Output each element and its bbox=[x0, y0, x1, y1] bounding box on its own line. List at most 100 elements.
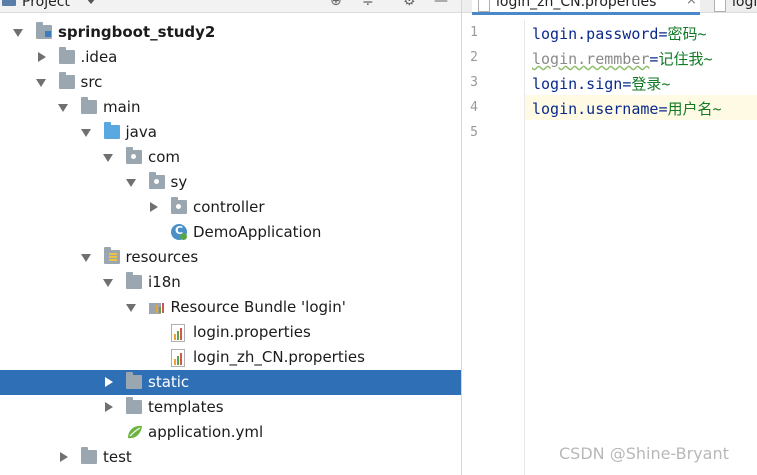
collapse-all-icon[interactable]: ≑ bbox=[362, 0, 374, 8]
line-number: 1 bbox=[470, 25, 478, 40]
folder-icon bbox=[126, 372, 142, 389]
project-pane: Project ⊕ ≑ ⚙ — springboot_study2 .idea sr… bbox=[0, 0, 462, 475]
property-key: login.username bbox=[532, 100, 659, 118]
equals-sign: = bbox=[622, 75, 632, 93]
editor-tab-bar: login_zh_CN.properties × logi bbox=[462, 0, 757, 15]
code-line[interactable] bbox=[525, 120, 757, 145]
chevron-down-icon[interactable] bbox=[13, 29, 23, 37]
tree-item-label: resources bbox=[125, 248, 199, 266]
chevron-down-icon[interactable] bbox=[125, 179, 136, 187]
chevron-down-icon[interactable] bbox=[80, 129, 91, 137]
locate-icon[interactable]: ⊕ bbox=[330, 0, 342, 8]
chevron-down-icon[interactable] bbox=[35, 79, 46, 87]
tree-item-test[interactable]: test bbox=[0, 445, 461, 470]
properties-file-icon bbox=[714, 0, 726, 12]
project-view-selector[interactable]: Project bbox=[22, 0, 70, 10]
tree-item-resources[interactable]: resources bbox=[0, 245, 461, 270]
tree-item-main[interactable]: main bbox=[0, 95, 461, 120]
gear-icon[interactable]: ⚙ bbox=[403, 0, 416, 8]
tree-item-label: i18n bbox=[148, 273, 181, 291]
property-value: 记住我~ bbox=[658, 50, 713, 68]
tree-item-label: Resource Bundle 'login' bbox=[170, 298, 346, 316]
minimize-icon[interactable]: — bbox=[434, 0, 448, 8]
tree-item-label: controller bbox=[193, 198, 265, 216]
tab-label: logi bbox=[732, 0, 757, 10]
property-value: 用户名~ bbox=[667, 100, 722, 118]
tree-item-java[interactable]: java bbox=[0, 120, 461, 145]
code-line-text: login.username=用户名~ bbox=[532, 98, 722, 119]
folder-icon bbox=[58, 47, 75, 64]
tree-item-label: login.properties bbox=[193, 323, 311, 341]
chevron-right-icon[interactable] bbox=[150, 202, 158, 212]
tab-label: login_zh_CN.properties bbox=[496, 0, 657, 10]
tree-item-label: com bbox=[148, 148, 181, 166]
tab-login-zh-cn-properties[interactable]: login_zh_CN.properties × bbox=[472, 0, 700, 15]
project-pane-header: Project ⊕ ≑ ⚙ — bbox=[0, 0, 461, 13]
chevron-right-icon[interactable] bbox=[60, 452, 68, 462]
close-icon[interactable]: × bbox=[686, 0, 697, 8]
property-value: 密码~ bbox=[667, 25, 707, 43]
line-number: 5 bbox=[470, 125, 478, 140]
tree-item-label: application.yml bbox=[148, 423, 264, 441]
code-line-text: login.remmber=记住我~ bbox=[532, 48, 712, 69]
tree-item-label: templates bbox=[148, 398, 224, 416]
code-line[interactable]: login.remmber=记住我~ bbox=[525, 45, 757, 70]
property-key: login.password bbox=[532, 25, 659, 43]
tree-item-i18n[interactable]: i18n bbox=[0, 270, 461, 295]
code-line-text: login.password=密码~ bbox=[532, 23, 707, 44]
properties-file-icon bbox=[171, 324, 185, 342]
chevron-down-icon[interactable] bbox=[80, 254, 91, 262]
tree-item-label: src bbox=[80, 73, 103, 91]
tree-item-login-zh-cn-properties[interactable]: login_zh_CN.properties bbox=[0, 345, 461, 370]
chevron-down-icon[interactable] bbox=[58, 104, 68, 112]
tree-item-label: login_zh_CN.properties bbox=[193, 348, 365, 366]
tree-item-label: main bbox=[103, 98, 141, 116]
tree-item-application-yml[interactable]: application.yml bbox=[0, 420, 461, 445]
code-line-text: login.sign=登录~ bbox=[532, 73, 670, 94]
tree-item-static[interactable]: static bbox=[0, 370, 461, 395]
code-line[interactable]: login.username=用户名~ bbox=[525, 95, 757, 120]
chevron-down-icon[interactable] bbox=[103, 154, 113, 162]
source-folder-icon bbox=[103, 122, 120, 139]
folder-icon bbox=[126, 397, 142, 414]
tree-item-src[interactable]: src bbox=[0, 70, 461, 95]
tree-item-label: test bbox=[103, 448, 132, 466]
property-key: login.sign bbox=[532, 75, 623, 93]
tree-item-controller[interactable]: controller bbox=[0, 195, 461, 220]
code-line[interactable]: login.password=密码~ bbox=[525, 20, 757, 45]
chevron-down-icon[interactable] bbox=[86, 0, 96, 4]
tree-item-resource-bundle-login[interactable]: Resource Bundle 'login' bbox=[0, 295, 461, 320]
tree-item-login-properties[interactable]: login.properties bbox=[0, 320, 461, 345]
resources-folder-icon bbox=[103, 247, 120, 264]
line-number: 2 bbox=[470, 50, 478, 65]
code-line[interactable]: login.sign=登录~ bbox=[525, 70, 757, 95]
package-icon bbox=[148, 172, 165, 189]
resource-bundle-icon bbox=[148, 300, 165, 314]
package-icon bbox=[171, 197, 187, 214]
tab-login-properties[interactable]: logi bbox=[708, 0, 757, 12]
line-number: 4 bbox=[470, 100, 478, 115]
line-number: 3 bbox=[470, 75, 478, 90]
tree-item-templates[interactable]: templates bbox=[0, 395, 461, 420]
spring-class-icon bbox=[171, 224, 187, 240]
chevron-right-icon[interactable] bbox=[105, 377, 113, 387]
properties-file-icon bbox=[171, 349, 185, 367]
tree-item-springboot-study2[interactable]: springboot_study2 bbox=[0, 20, 461, 45]
chevron-down-icon[interactable] bbox=[103, 279, 113, 287]
folder-icon bbox=[126, 272, 142, 289]
tree-item-label: java bbox=[125, 123, 157, 141]
properties-file-icon bbox=[478, 0, 490, 12]
watermark: CSDN @Shine-Bryant bbox=[559, 444, 729, 463]
code-editor[interactable]: login.password=密码~ login.remmber=记住我~ logi… bbox=[525, 20, 757, 475]
project-icon bbox=[2, 0, 16, 6]
tree-item-sy[interactable]: sy bbox=[0, 170, 461, 195]
tree-item-idea[interactable]: .idea bbox=[0, 45, 461, 70]
tree-item-label: DemoApplication bbox=[193, 223, 322, 241]
chevron-right-icon[interactable] bbox=[105, 402, 113, 412]
module-folder-icon bbox=[36, 22, 52, 39]
tree-item-com[interactable]: com bbox=[0, 145, 461, 170]
tree-item-label: springboot_study2 bbox=[58, 23, 216, 41]
chevron-right-icon[interactable] bbox=[37, 52, 46, 62]
chevron-down-icon[interactable] bbox=[125, 304, 136, 312]
tree-item-demoapplication[interactable]: DemoApplication bbox=[0, 220, 461, 245]
